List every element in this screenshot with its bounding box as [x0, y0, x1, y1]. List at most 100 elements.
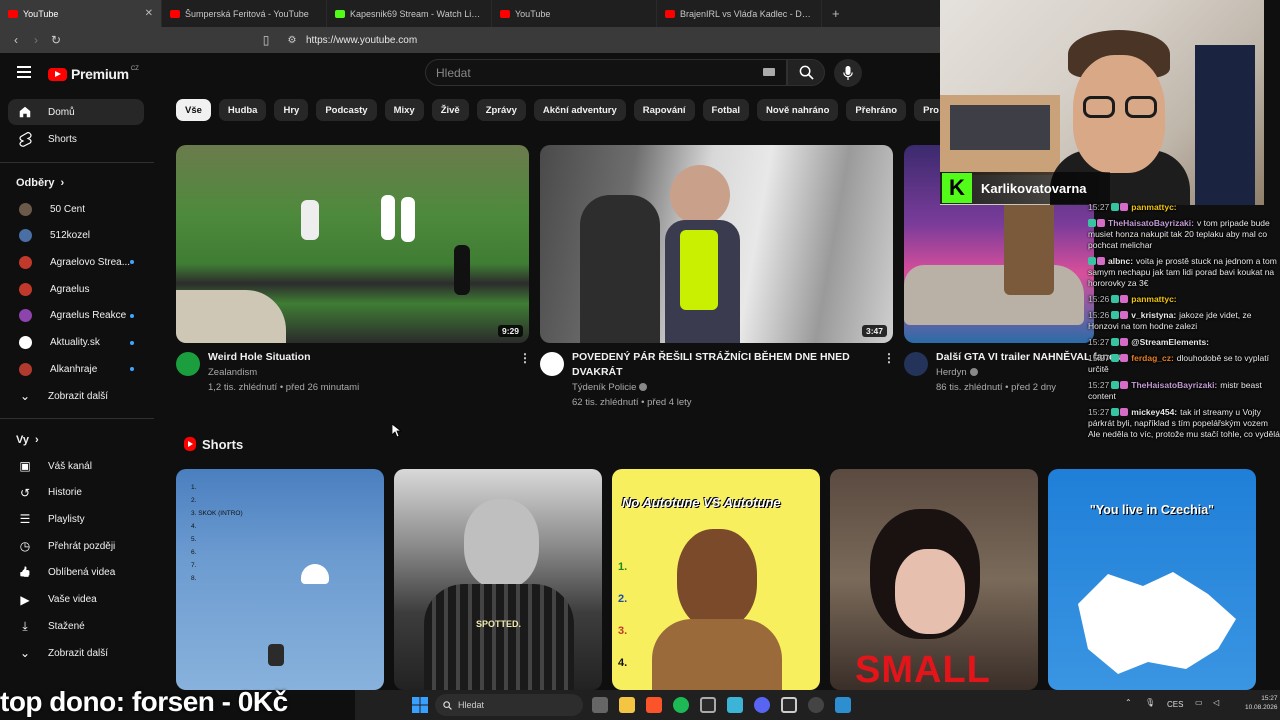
filter-chip[interactable]: Podcasty — [316, 99, 377, 121]
sidebar-item-playlist[interactable]: ☰ Playlisty — [8, 506, 144, 532]
filter-chip[interactable]: Fotbal — [702, 99, 750, 121]
sidebar-subscription[interactable]: Alkanhraje — [8, 356, 144, 382]
bookmark-icon[interactable]: ▯ — [256, 33, 276, 47]
more-options-icon[interactable]: ⋮ — [883, 351, 895, 365]
sidebar-item-thumb-up[interactable]: 👍 Oblíbená videa — [8, 560, 144, 586]
chat-badge-icon — [1120, 338, 1129, 346]
sidebar-item-video[interactable]: ▶ Vaše videa — [8, 587, 144, 613]
chat-username: TheHaisatoBayrizaki: — [1108, 218, 1194, 228]
chat-badge-icon — [1111, 381, 1120, 389]
video-thumbnail-2[interactable]: 3:47 — [540, 145, 893, 343]
browser-tab[interactable]: YouTube — [492, 0, 657, 27]
search-icon — [443, 700, 452, 710]
filter-chip[interactable]: Rapování — [633, 99, 695, 121]
browser-tab[interactable]: YouTube ✕ — [0, 0, 162, 27]
browser-tab[interactable]: Šumperská Feritová - YouTube — [162, 0, 327, 27]
sidebar-subscription[interactable]: Agraelus Reakce — [8, 303, 144, 329]
sidebar-item-clock[interactable]: ◷ Přehrát později — [8, 533, 144, 559]
clock[interactable]: 15:27 10.08.2026 — [1245, 694, 1278, 712]
ccleaner-icon[interactable] — [700, 697, 716, 713]
channel-avatar[interactable] — [904, 352, 928, 376]
video-thumbnail-1[interactable]: 9:29 — [176, 145, 529, 343]
filter-chip[interactable]: Akční adventury — [533, 99, 626, 121]
windows-start-icon[interactable] — [412, 697, 428, 718]
short-card-5[interactable]: "You live in Czechia" — [1048, 469, 1256, 690]
filter-chips: Vše Hudba Hry Podcasty Mixy Živě Zprávy Akční a… — [176, 99, 992, 121]
tray-expand-icon[interactable]: ⌃ — [1125, 698, 1132, 707]
sidebar-item-home[interactable]: Domů — [8, 99, 144, 125]
language-indicator[interactable]: CES — [1167, 700, 1183, 709]
more-options-icon[interactable]: ⋮ — [519, 351, 531, 365]
video-title[interactable]: Weird Hole Situation — [208, 350, 498, 365]
filter-chip[interactable]: Živě — [431, 99, 469, 121]
network-icon[interactable]: ▭ — [1195, 698, 1203, 707]
keyboard-icon[interactable] — [763, 68, 775, 76]
chat-username: v_kristyna: — [1131, 310, 1177, 320]
show-more-you[interactable]: ⌄ Zobrazit další — [8, 640, 144, 666]
url-bar[interactable]: https://www.youtube.com — [306, 35, 417, 46]
channel-name[interactable]: Zealandism — [208, 365, 257, 380]
filter-chip[interactable]: Hudba — [218, 99, 267, 121]
new-tab-icon[interactable]: + — [822, 6, 850, 21]
sidebar-item-label: Playlisty — [48, 513, 85, 525]
filter-chip[interactable]: Nově nahráno — [757, 99, 839, 121]
shorts-icon — [17, 131, 33, 147]
app-icon[interactable] — [727, 697, 743, 713]
reload-icon[interactable]: ↻ — [46, 33, 66, 47]
sidebar-subscription[interactable]: Agraelovo Strea... — [8, 249, 144, 275]
filter-chip[interactable]: Mixy — [384, 99, 424, 121]
channel-avatar[interactable] — [540, 352, 564, 376]
sidebar-subscription[interactable]: Aktuality.sk — [8, 330, 144, 356]
sidebar-item-history[interactable]: ↺ Historie — [8, 480, 144, 506]
subscriptions-heading[interactable]: Odběry › — [16, 177, 64, 189]
sidebar-item-label: Alkanhraje — [50, 363, 98, 375]
channel-avatar[interactable] — [176, 352, 200, 376]
spotify-icon[interactable] — [673, 697, 689, 713]
app-icon-2[interactable] — [781, 697, 797, 713]
browser-tab[interactable]: Kapesnik69 Stream - Watch Live on Kick — [327, 0, 492, 27]
you-heading[interactable]: Vy › — [16, 434, 39, 446]
chat-badge-icon — [1111, 354, 1120, 362]
short-card-1[interactable]: 1. 2. 3. SKOK (INTRO) 4. 5. 6. 7. 8. — [176, 469, 384, 690]
forward-icon[interactable]: › — [26, 33, 46, 47]
file-explorer-icon[interactable] — [619, 697, 635, 713]
volume-icon[interactable]: ◁ — [1213, 698, 1219, 707]
voice-search-button[interactable] — [834, 59, 862, 87]
browser-tab[interactable]: BrajenIRL vs Vláďa Kadlec - DRAMA — [657, 0, 822, 27]
menu-icon[interactable] — [17, 66, 31, 78]
short-card-2[interactable]: SPOTTED. — [394, 469, 602, 690]
chat-username: @StreamElements: — [1131, 337, 1210, 347]
search-button[interactable] — [787, 59, 825, 86]
obs-icon[interactable] — [808, 697, 824, 713]
taskbar-search[interactable]: Hledat — [435, 694, 583, 716]
sidebar-subscription[interactable]: 50 Cent — [8, 196, 144, 222]
show-more-subscriptions[interactable]: ⌄ Zobrazit další — [8, 383, 144, 409]
filter-chip[interactable]: Vše — [176, 99, 211, 121]
filter-chip[interactable]: Zprávy — [476, 99, 526, 121]
back-icon[interactable]: ‹ — [6, 33, 26, 47]
sidebar-subscription[interactable]: 512kozel — [8, 223, 144, 249]
sidebar-item-download[interactable]: ⤓ Stažené — [8, 613, 144, 639]
sidebar-item-shorts[interactable]: Shorts — [8, 126, 144, 152]
site-info-icon[interactable]: ⚙ — [282, 35, 302, 46]
app-icon-3[interactable] — [835, 697, 851, 713]
channel-name[interactable]: Herdyn — [936, 365, 978, 380]
close-tab-icon[interactable]: ✕ — [145, 8, 153, 19]
brave-browser-icon[interactable] — [646, 697, 662, 713]
filter-chip[interactable]: Hry — [274, 99, 309, 121]
discord-icon[interactable] — [754, 697, 770, 713]
channel-name[interactable]: Týdeník Policie — [572, 380, 648, 395]
short-card-3[interactable]: No Autotune VS Autotune 1. 2. 3. 4. — [612, 469, 820, 690]
sidebar-subscription[interactable]: Agraelus — [8, 276, 144, 302]
short-card-4[interactable]: SMALL — [830, 469, 1038, 690]
tab-title: Šumperská Feritová - YouTube — [185, 8, 309, 19]
filter-chip[interactable]: Přehráno — [846, 99, 907, 121]
task-view-icon[interactable] — [592, 697, 608, 713]
youtube-logo[interactable]: Premium CZ — [48, 66, 139, 82]
verified-icon — [639, 383, 648, 392]
sidebar-item-channel[interactable]: ▣ Váš kanál — [8, 453, 144, 479]
shorts-logo-icon — [184, 437, 196, 451]
tray-mic-icon[interactable]: 🎙 — [1145, 698, 1155, 707]
search-input[interactable]: Hledat — [425, 59, 787, 86]
video-title[interactable]: POVEDENÝ PÁR ŘEŠILI STRÁŽNÍCI BĚHEM DNE … — [572, 350, 862, 380]
